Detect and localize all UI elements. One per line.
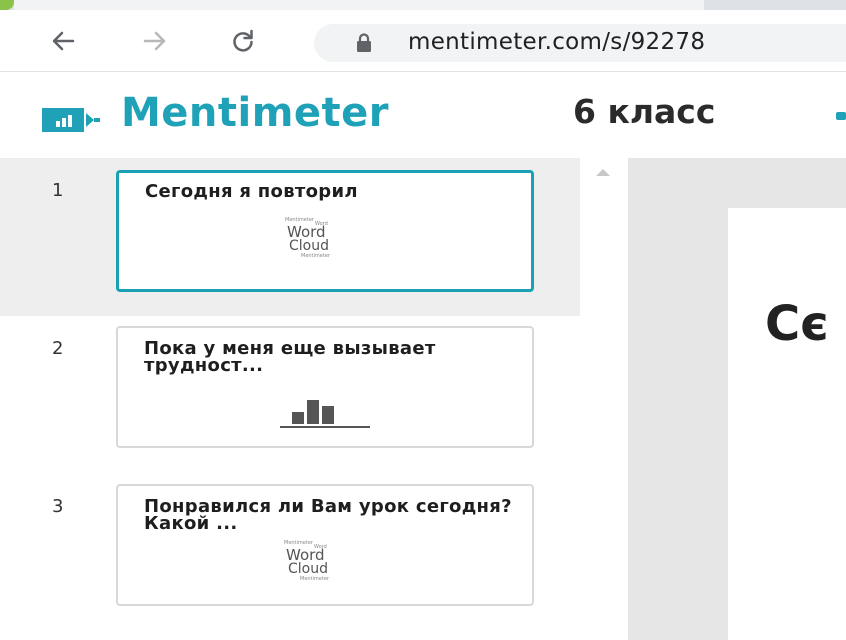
slide-list: 1 Сегодня я повторил Mentimeter Word Wor… xyxy=(0,158,580,640)
mentimeter-logo-icon xyxy=(42,108,100,132)
slide-title: Понравился ли Вам урок сегодня? Какой ..… xyxy=(144,496,512,534)
slide-thumbnail-1[interactable]: Сегодня я повторил Mentimeter Word Word … xyxy=(116,170,534,292)
url-text: mentimeter.com/s/92278 xyxy=(408,29,706,55)
bar-chart-icon xyxy=(280,400,370,428)
slide-preview-heading: Сє xyxy=(765,296,829,352)
reload-icon xyxy=(233,29,253,52)
slide-number: 1 xyxy=(52,180,64,201)
arrow-right-icon xyxy=(143,31,166,51)
logo-wordmark[interactable]: Mentimeter xyxy=(121,90,389,136)
title-trailing-mark xyxy=(836,112,846,120)
lock-icon xyxy=(357,33,371,52)
slide-preview[interactable] xyxy=(728,208,846,640)
app-root: mentimeter.com/s/92278 Mentimeter 6 клас… xyxy=(0,0,846,640)
sidebar-scrollbar[interactable] xyxy=(580,158,628,640)
slide-thumbnail-2[interactable]: Пока у меня еще вызывает трудност... xyxy=(116,326,534,448)
word-cloud-icon: Mentimeter Word Word Cloud Mentimeter xyxy=(284,540,329,582)
presentation-title[interactable]: 6 класс xyxy=(573,92,715,131)
arrow-left-icon xyxy=(52,31,75,51)
forward-button[interactable] xyxy=(138,24,172,58)
slide-title: Сегодня я повторил xyxy=(145,181,358,202)
slide-thumbnail-3[interactable]: Понравился ли Вам урок сегодня? Какой ..… xyxy=(116,484,534,606)
slide-row-2[interactable]: 2 Пока у меня еще вызывает трудност... xyxy=(0,316,580,474)
browser-tab-favicon xyxy=(0,0,14,10)
address-bar[interactable]: mentimeter.com/s/92278 xyxy=(314,24,846,62)
word-cloud-icon: Mentimeter Word Word Cloud Mentimeter xyxy=(285,217,330,259)
slide-row-3[interactable]: 3 Понравился ли Вам урок сегодня? Какой … xyxy=(0,474,580,632)
browser-tab-strip xyxy=(0,0,846,10)
browser-toolbar: mentimeter.com/s/92278 xyxy=(0,10,846,72)
scroll-up-arrow-icon[interactable] xyxy=(594,166,612,178)
back-button[interactable] xyxy=(46,24,80,58)
slide-number: 3 xyxy=(52,496,64,517)
slide-title: Пока у меня еще вызывает трудност... xyxy=(144,338,436,376)
slide-row-1[interactable]: 1 Сегодня я повторил Mentimeter Word Wor… xyxy=(0,158,580,316)
browser-tab[interactable] xyxy=(14,0,704,10)
reload-button[interactable] xyxy=(226,24,260,58)
slide-number: 2 xyxy=(52,338,64,359)
